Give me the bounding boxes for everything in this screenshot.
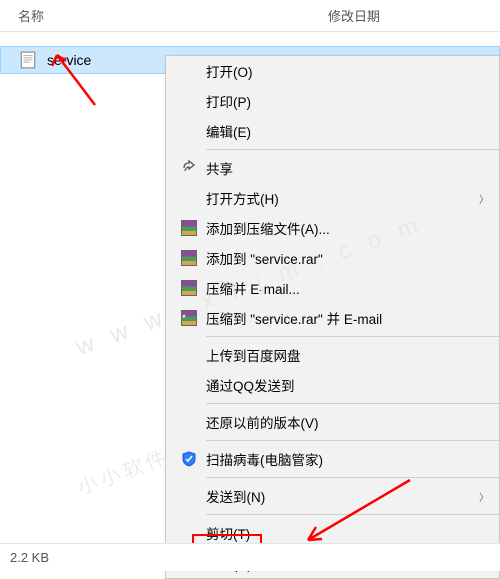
- winrar-icon: [178, 280, 200, 296]
- separator: [206, 477, 499, 478]
- column-date[interactable]: 修改日期: [328, 6, 500, 25]
- context-menu: 打开(O) 打印(P) 编辑(E) 共享 打开方式(H)〉 添加到压缩文件(A)…: [165, 55, 500, 579]
- separator: [206, 440, 499, 441]
- column-name[interactable]: 名称: [18, 6, 328, 25]
- menu-open-with[interactable]: 打开方式(H)〉: [166, 183, 499, 213]
- columns-header: 名称 修改日期: [0, 0, 500, 32]
- shield-icon: [178, 451, 200, 467]
- separator: [206, 336, 499, 337]
- menu-open[interactable]: 打开(O): [166, 56, 499, 86]
- file-size: 2.2 KB: [10, 550, 49, 565]
- separator: [206, 514, 499, 515]
- menu-upload-baidu[interactable]: 上传到百度网盘: [166, 340, 499, 370]
- menu-share[interactable]: 共享: [166, 153, 499, 183]
- separator: [206, 403, 499, 404]
- menu-add-archive[interactable]: 添加到压缩文件(A)...: [166, 213, 499, 243]
- winrar-icon: [178, 250, 200, 266]
- winrar-icon: [178, 220, 200, 236]
- menu-send-qq[interactable]: 通过QQ发送到: [166, 370, 499, 400]
- menu-print[interactable]: 打印(P): [166, 86, 499, 116]
- menu-compress-rar-email[interactable]: 压缩到 "service.rar" 并 E-mail: [166, 303, 499, 333]
- text-file-icon: [19, 51, 37, 69]
- menu-scan-virus[interactable]: 扫描病毒(电脑管家): [166, 444, 499, 474]
- share-icon: [178, 160, 200, 176]
- chevron-right-icon: 〉: [479, 191, 499, 206]
- menu-restore-versions[interactable]: 还原以前的版本(V): [166, 407, 499, 437]
- menu-send-to[interactable]: 发送到(N)〉: [166, 481, 499, 511]
- winrar-icon: [178, 310, 200, 326]
- menu-edit[interactable]: 编辑(E): [166, 116, 499, 146]
- chevron-right-icon: 〉: [479, 489, 499, 504]
- menu-add-rar[interactable]: 添加到 "service.rar": [166, 243, 499, 273]
- separator: [206, 149, 499, 150]
- menu-compress-email[interactable]: 压缩并 E-mail...: [166, 273, 499, 303]
- status-bar: 2.2 KB: [0, 543, 500, 571]
- watermark-brand: 小小软件: [73, 441, 173, 501]
